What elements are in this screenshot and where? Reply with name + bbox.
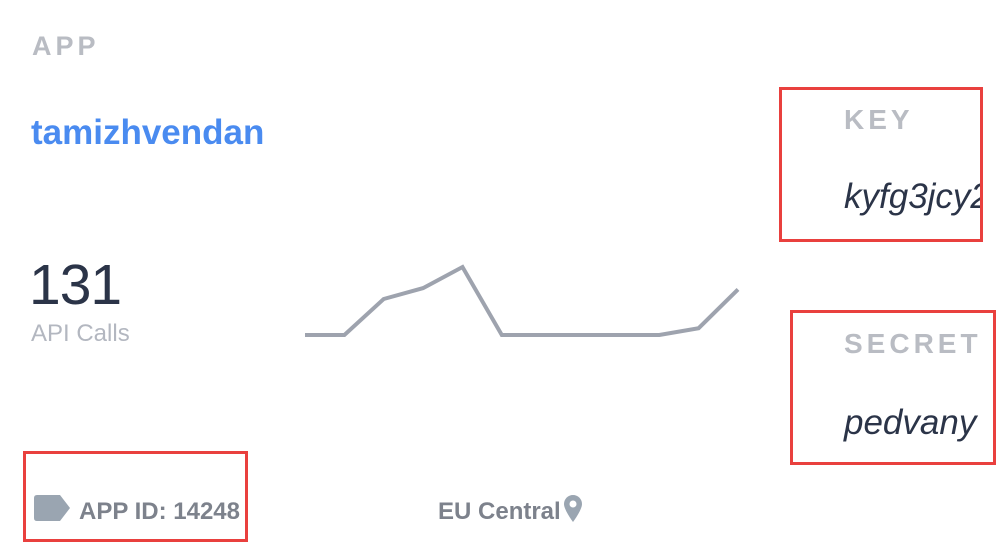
api-secret-value[interactable]: pedvany	[844, 403, 976, 443]
region-text: EU Central	[438, 498, 561, 525]
api-secret-label: SECRET	[844, 328, 982, 359]
api-key-panel: KEY kyfg3jcy2	[779, 87, 983, 242]
app-id-panel: APP ID: 14248	[23, 451, 248, 542]
app-id-text: APP ID: 14248	[79, 498, 240, 525]
api-key-value[interactable]: kyfg3jcy2	[844, 177, 980, 217]
sparkline-line	[305, 264, 740, 337]
api-calls-count: 131	[29, 253, 122, 317]
app-name-link[interactable]: tamizhvendan	[31, 113, 264, 153]
api-calls-label: API Calls	[31, 320, 130, 347]
api-key-label: KEY	[844, 104, 914, 135]
app-section-label: APP	[32, 31, 100, 61]
tag-icon	[34, 495, 70, 521]
api-secret-panel: SECRET pedvany	[790, 310, 996, 465]
location-pin-icon	[564, 495, 582, 522]
